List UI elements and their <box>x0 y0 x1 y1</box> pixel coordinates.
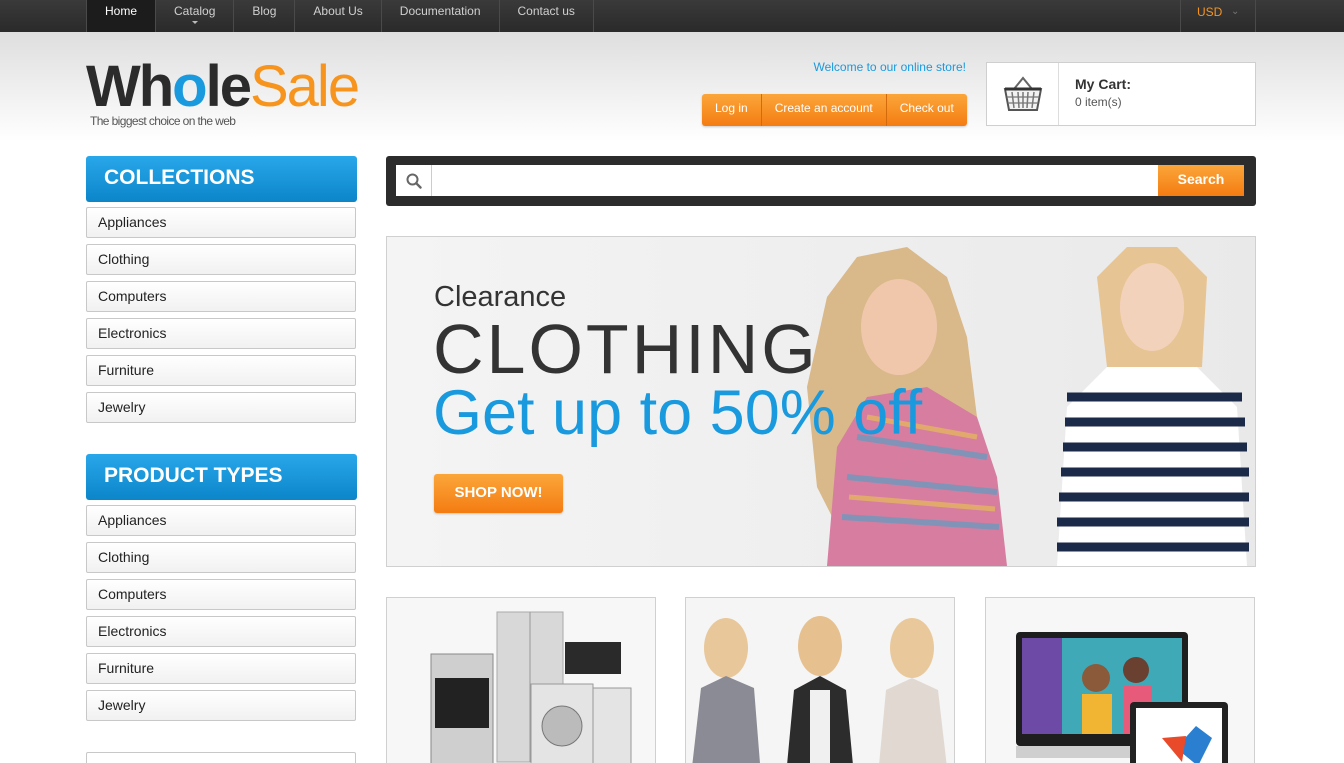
checkout-button[interactable]: Check out <box>887 94 967 126</box>
logo-wordmark: WholeSale <box>86 54 360 119</box>
collections-heading: COLLECTIONS <box>86 156 357 202</box>
tile-clothing[interactable] <box>685 597 955 763</box>
product-type-item-clothing[interactable]: Clothing <box>86 542 356 573</box>
nav-documentation[interactable]: Documentation <box>380 0 499 32</box>
product-type-item-appliances[interactable]: Appliances <box>86 505 356 536</box>
search-button[interactable]: Search <box>1158 165 1244 196</box>
search-icon <box>396 165 432 196</box>
logo-tagline: The biggest choice on the web <box>90 114 236 128</box>
login-button[interactable]: Log in <box>702 94 762 126</box>
product-type-item-computers[interactable]: Computers <box>86 579 356 610</box>
computers-image <box>986 598 1254 763</box>
product-types-heading: PRODUCT TYPES <box>86 454 357 500</box>
appliances-image <box>387 598 655 763</box>
nav-home-label: Home <box>105 4 138 18</box>
nav-about-us[interactable]: About Us <box>294 0 380 32</box>
basket-icon <box>987 63 1059 125</box>
nav-catalog[interactable]: Catalog <box>155 0 233 32</box>
product-type-item-furniture[interactable]: Furniture <box>86 653 356 684</box>
nav-contact-label: Contact us <box>517 4 575 18</box>
site-logo[interactable]: WholeSale The biggest choice on the web <box>86 54 360 129</box>
caret-down-icon <box>191 21 198 24</box>
tile-computers[interactable] <box>985 597 1255 763</box>
welcome-message: Welcome to our online store! <box>813 60 966 74</box>
top-navbar: Home Catalog Blog About Us Documentation… <box>0 0 1344 32</box>
product-type-item-electronics[interactable]: Electronics <box>86 616 356 647</box>
nav-catalog-label: Catalog <box>174 4 216 18</box>
logo-part-1: Wh <box>86 54 174 119</box>
tile-appliances[interactable] <box>386 597 656 763</box>
collection-item-jewelry[interactable]: Jewelry <box>86 392 356 423</box>
search-input[interactable] <box>432 165 1158 196</box>
logo-part-2: o <box>172 54 207 119</box>
shop-now-button[interactable]: SHOP NOW! <box>434 474 563 513</box>
logo-part-4: Sale <box>249 54 360 119</box>
clothing-image <box>686 598 954 763</box>
nav-contact-us[interactable]: Contact us <box>498 0 594 32</box>
collection-item-electronics[interactable]: Electronics <box>86 318 356 349</box>
currency-selector[interactable]: USD ⌄ <box>1180 0 1256 32</box>
main-nav: Home Catalog Blog About Us Documentation… <box>86 0 594 32</box>
currency-value: USD <box>1197 5 1223 19</box>
nav-home[interactable]: Home <box>86 0 156 32</box>
cart-item-count: 0 item(s) <box>1075 95 1122 109</box>
nav-blog-label: Blog <box>252 4 277 18</box>
sidebar-next-block <box>86 752 356 763</box>
nav-blog[interactable]: Blog <box>233 0 294 32</box>
collection-item-appliances[interactable]: Appliances <box>86 207 356 238</box>
promo-banner[interactable]: Clearance CLOTHING Get up to 50% off SHO… <box>386 236 1256 567</box>
account-button-group: Log in Create an account Check out <box>702 94 967 126</box>
create-account-button[interactable]: Create an account <box>762 94 887 126</box>
nav-documentation-label: Documentation <box>399 4 481 18</box>
collection-item-clothing[interactable]: Clothing <box>86 244 356 275</box>
chevron-down-icon: ⌄ <box>1231 6 1240 17</box>
nav-about-label: About Us <box>313 4 363 18</box>
banner-line-discount: Get up to 50% off <box>433 378 923 448</box>
collection-item-computers[interactable]: Computers <box>86 281 356 312</box>
product-types-list: Appliances Clothing Computers Electronic… <box>86 505 356 727</box>
mini-cart[interactable]: My Cart: 0 item(s) <box>986 62 1256 126</box>
logo-part-3: le <box>205 54 252 119</box>
search-bar: Search <box>386 156 1256 206</box>
collections-list: Appliances Clothing Computers Electronic… <box>86 207 356 429</box>
cart-title: My Cart: <box>1075 76 1132 92</box>
product-type-item-jewelry[interactable]: Jewelry <box>86 690 356 721</box>
collection-item-furniture[interactable]: Furniture <box>86 355 356 386</box>
